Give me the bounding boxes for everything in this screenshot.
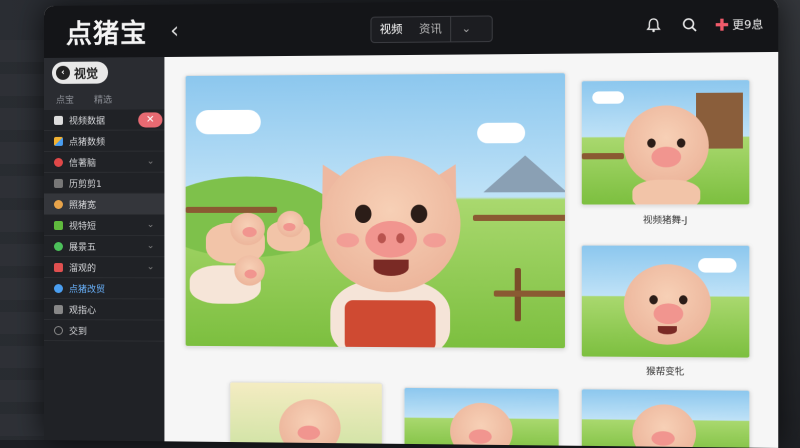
sidebar-item-active[interactable]: 照猪宽	[44, 194, 164, 215]
pig-scene-image	[582, 389, 750, 448]
pig-scene-image	[582, 80, 750, 204]
sidebar-item-label: 视频数据	[69, 113, 105, 126]
pig-scene-image	[582, 246, 750, 358]
app-icon	[54, 136, 63, 145]
app-window: 点猪宝 ‹ 视频 资讯 ⌄ ✚ 更9息 ‹ 视觉	[44, 0, 778, 448]
content-type-switcher: 视频 资讯 ⌄	[370, 15, 492, 43]
sidebar-item-highlighted[interactable]: 点猪改贸	[44, 278, 164, 299]
sidebar-sub-item[interactable]: 点宝	[56, 92, 74, 105]
sidebar-item-label: 溜观的	[69, 261, 96, 274]
doc-icon	[54, 115, 63, 124]
globe-icon	[54, 284, 63, 293]
top-bar: 点猪宝 ‹ 视频 资讯 ⌄ ✚ 更9息	[44, 0, 778, 58]
sidebar-back-pill[interactable]: ‹ 视觉	[52, 61, 108, 83]
pig-icon	[54, 199, 63, 208]
gallery-card-hero[interactable]	[185, 72, 566, 349]
chevron-down-icon: ⌄	[147, 220, 155, 230]
sidebar-item-label: 点猪数频	[69, 134, 105, 147]
sidebar-item[interactable]: 历剪剪1	[44, 173, 164, 194]
tab-video[interactable]: 视频	[371, 17, 410, 42]
search-icon	[54, 326, 63, 335]
gallery-card[interactable]	[229, 381, 383, 448]
sidebar-item-label: 点猪改贸	[69, 282, 105, 295]
gallery-card[interactable]	[581, 388, 751, 448]
bell-icon[interactable]	[643, 15, 664, 36]
gallery: 视频猪舞-J 猴帮变牝	[164, 52, 778, 448]
list-icon	[54, 178, 63, 187]
sidebar-item-label: 视特短	[69, 218, 96, 231]
back-button[interactable]: ‹	[163, 18, 185, 43]
gallery-card[interactable]	[403, 387, 559, 448]
sidebar-title: 视觉	[74, 64, 98, 81]
sidebar-item[interactable]: 展景五 ⌄	[44, 236, 164, 257]
chevron-left-icon: ‹	[170, 18, 179, 43]
doc-icon	[54, 305, 63, 314]
app-title: 点猪宝	[66, 12, 147, 50]
sidebar-item[interactable]: 信著脑 ⌄	[44, 152, 164, 173]
top-right-actions: ✚ 更9息	[643, 14, 764, 36]
sidebar-header: ‹ 视觉	[44, 57, 164, 88]
flag-icon	[54, 263, 63, 272]
sidebar-item-label: 观指心	[69, 303, 96, 316]
gallery-card[interactable]	[581, 245, 751, 359]
user-label: 更9息	[732, 16, 763, 33]
sidebar-item-label: 历剪剪1	[69, 176, 102, 189]
leaf-icon	[54, 220, 63, 229]
sidebar-item-label: 交到	[69, 324, 87, 337]
chevron-down-icon: ⌄	[147, 241, 155, 251]
tab-news[interactable]: 资讯	[411, 17, 450, 42]
sidebar: ‹ 视觉 点宝 精选 视频数据 ✕ 点猪数频 信著脑 ⌄ 历剪剪1 照	[44, 57, 164, 441]
sidebar-item-label: 展景五	[69, 240, 96, 253]
chevron-down-icon: ⌄	[147, 157, 155, 167]
sidebar-subnav: 点宝 精选	[44, 87, 164, 110]
card-caption: 猴帮变牝	[581, 364, 751, 379]
search-icon[interactable]	[679, 14, 700, 35]
sidebar-item-label: 照猪宽	[69, 197, 96, 210]
flower-icon: ✚	[715, 15, 729, 35]
sidebar-sub-item[interactable]: 精选	[94, 92, 112, 105]
sidebar-item-video-data[interactable]: 视频数据 ✕	[44, 109, 164, 131]
gallery-card[interactable]	[581, 79, 751, 205]
sidebar-item[interactable]: 点猪数频	[44, 130, 164, 152]
pig-scene-image	[405, 388, 559, 448]
dot-icon	[54, 157, 63, 166]
card-caption: 视频猪舞-J	[581, 213, 751, 226]
chevron-down-icon[interactable]: ⌄	[450, 17, 481, 42]
close-icon[interactable]: ✕	[138, 112, 162, 127]
user-menu[interactable]: ✚ 更9息	[715, 14, 763, 34]
chevron-left-icon: ‹	[56, 66, 70, 80]
sidebar-item[interactable]: 观指心	[44, 299, 164, 321]
pig-scene-image	[186, 73, 565, 348]
pig-scene-image	[230, 382, 382, 447]
sidebar-item[interactable]: 溜观的 ⌄	[44, 257, 164, 278]
sidebar-item[interactable]: 视特短 ⌄	[44, 215, 164, 236]
chevron-down-icon: ⌄	[147, 262, 155, 272]
sidebar-item-label: 信著脑	[69, 155, 96, 168]
sidebar-item[interactable]: 交到	[44, 320, 164, 342]
chat-icon	[54, 242, 63, 251]
